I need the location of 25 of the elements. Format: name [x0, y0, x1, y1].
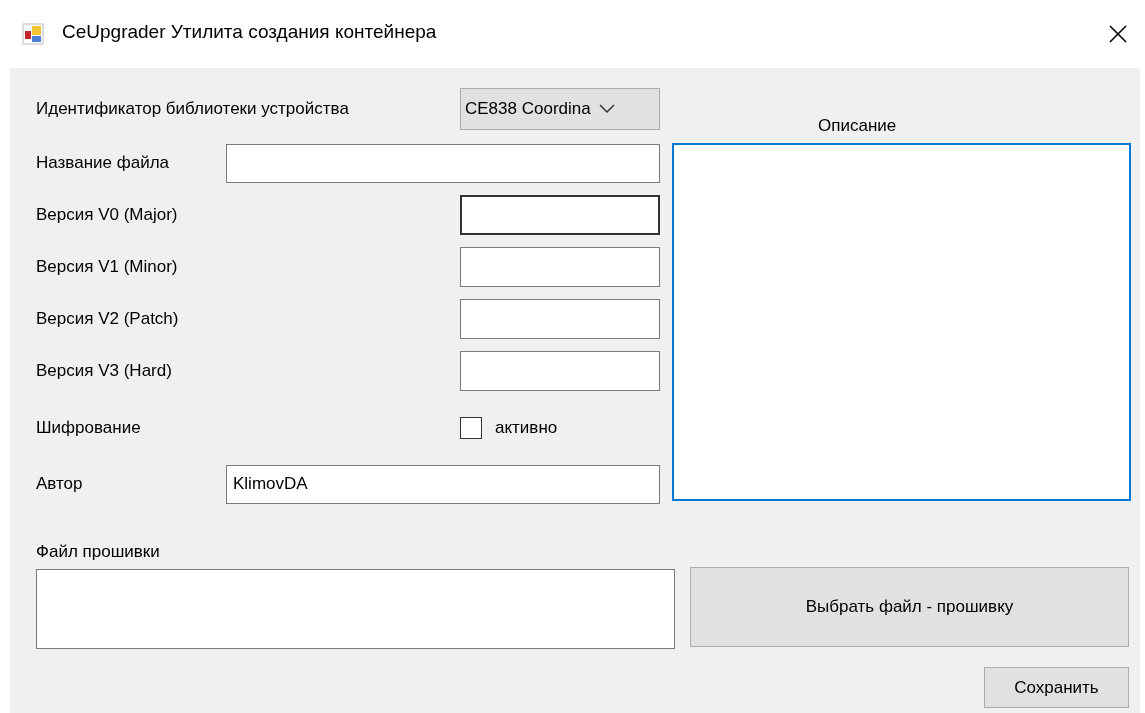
device-library-dropdown[interactable]: CE838 Coordina: [460, 88, 660, 130]
author-field[interactable]: KlimovDA: [226, 464, 660, 504]
version-field[interactable]: [460, 351, 660, 391]
chevron-icon: [598, 104, 615, 114]
file-name-field[interactable]: [226, 143, 660, 183]
field-label: Название файла: [36, 153, 169, 173]
encryption-checkbox[interactable]: активно: [460, 416, 660, 439]
field-label: Версия V0 (Major): [36, 205, 178, 225]
app-icon: [22, 23, 44, 45]
field-label: Версия V3 (Hard): [36, 361, 172, 381]
field-label: Файл прошивки: [36, 542, 161, 563]
field-label: Версия V2 (Patch): [36, 309, 179, 329]
field-label: Автор: [36, 474, 83, 494]
version-field[interactable]: [460, 247, 660, 287]
field-label: Описание: [817, 115, 898, 137]
version-field[interactable]: [460, 299, 660, 339]
field-label: Версия V1 (Minor): [36, 257, 178, 277]
field-label: Идентификатор библиотеки устройства: [36, 99, 349, 119]
save-button[interactable]: Сохранить: [984, 667, 1129, 708]
window-title: CeUpgrader Утилита создания контейнера: [62, 21, 438, 43]
description-field[interactable]: [672, 143, 1131, 501]
firmware-file-field[interactable]: [36, 569, 675, 649]
choose-file-button[interactable]: Выбрать файл - прошивку: [690, 567, 1129, 647]
field-label: Шифрование: [36, 417, 141, 438]
version-field[interactable]: [460, 195, 660, 235]
